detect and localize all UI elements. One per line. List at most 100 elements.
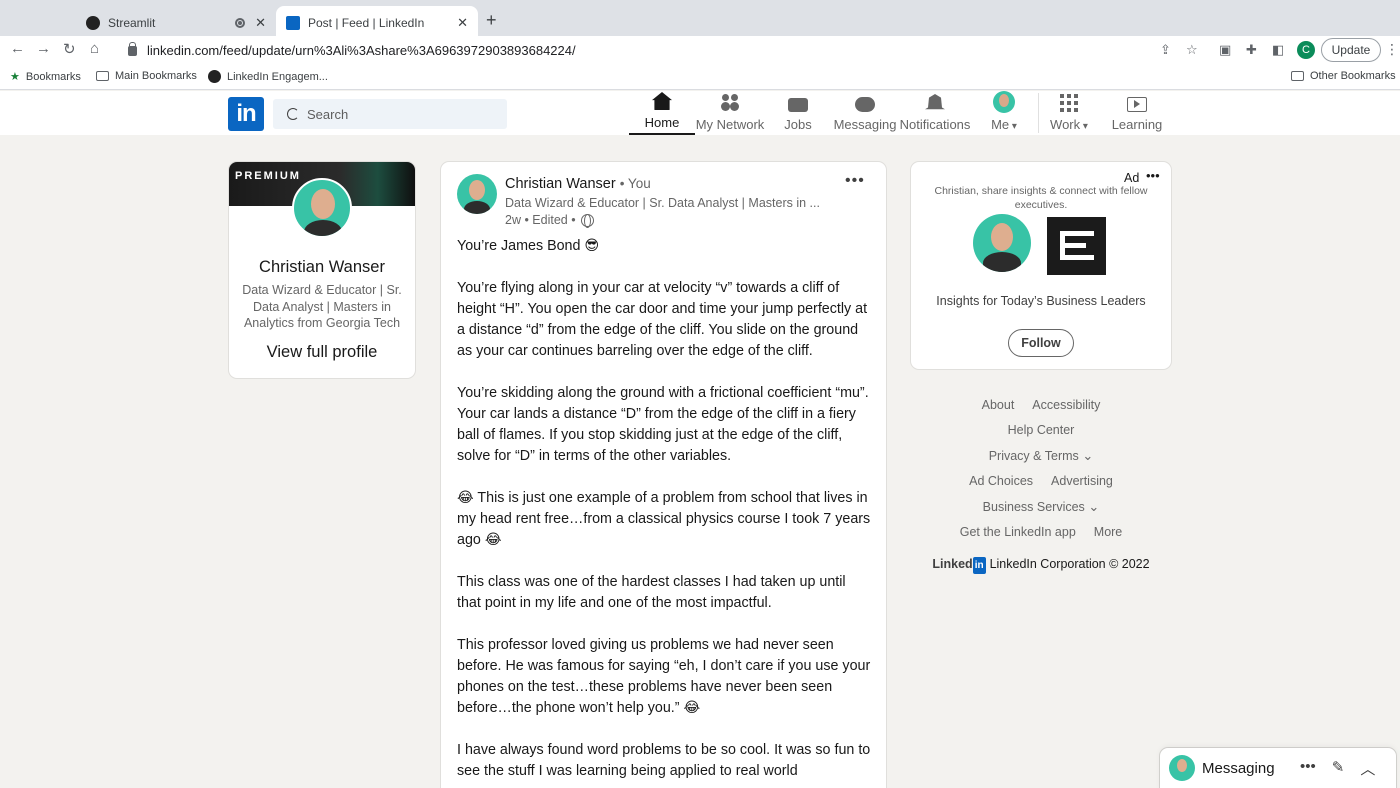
tab-title: Streamlit [108, 16, 156, 30]
bell-icon [925, 94, 945, 110]
footer-link-advertising[interactable]: Advertising [1051, 474, 1113, 488]
tab-streamlit[interactable]: Streamlit ✕ [76, 6, 276, 40]
nav-work[interactable]: Work [1044, 91, 1094, 135]
back-arrow-icon[interactable]: ← [10, 40, 25, 57]
home-icon [652, 92, 672, 110]
bookmarks-bar: ★ Bookmarks Main Bookmarks LinkedIn Enga… [0, 64, 1400, 90]
ad-text: Christian, share insights & connect with… [934, 185, 1148, 211]
nav-label: Home [644, 115, 680, 130]
nav-jobs[interactable]: Jobs [776, 91, 820, 135]
bookmark-main[interactable]: Main Bookmarks [96, 70, 197, 82]
nav-label: Work [1050, 117, 1088, 132]
footer-link-business-services[interactable]: Business Services [983, 499, 1100, 515]
nav-my-network[interactable]: My Network [695, 91, 765, 135]
post-paragraph: You’re flying along in your car at veloc… [457, 280, 868, 359]
nav-label: Notifications [899, 117, 971, 132]
home-browser-icon[interactable]: ⌂ [90, 40, 99, 57]
post-paragraph: You’re James Bond 😎 [457, 238, 600, 254]
messaging-overlay[interactable]: Messaging ••• ✎ ︿ [1160, 748, 1396, 788]
post-body: You’re James Bond 😎 You’re flying along … [457, 236, 871, 788]
connection-degree: • You [619, 176, 651, 191]
site-icon [208, 70, 221, 83]
address-bar[interactable]: linkedin.com/feed/update/urn%3Ali%3Ashar… [114, 38, 1214, 62]
nav-messaging[interactable]: Messaging [832, 91, 898, 135]
linkedin-logo[interactable]: in [228, 97, 264, 131]
profile-name[interactable]: Christian Wanser [229, 258, 415, 277]
browser-tab-bar: Streamlit ✕ Post | Feed | LinkedIn ✕ + [0, 0, 1400, 40]
search-icon [287, 108, 299, 120]
corporation-line: Linked in LinkedIn Corporation © 2022 [911, 556, 1171, 574]
bookmark-label: Bookmarks [25, 70, 81, 83]
feed-post: Christian Wanser • You Data Wizard & Edu… [441, 162, 886, 788]
bookmark-other[interactable]: Other Bookmarks [1291, 70, 1396, 82]
footer-link-about[interactable]: About [982, 398, 1015, 412]
nav-home[interactable]: Home [629, 91, 695, 135]
sidepanel-icon[interactable]: ◧ [1272, 42, 1284, 58]
ad-title[interactable]: Insights for Today’s Business Leaders [911, 294, 1171, 308]
post-paragraph: This class was one of the hardest classe… [457, 574, 846, 611]
follow-button[interactable]: Follow [1008, 329, 1074, 357]
nav-notifications[interactable]: Notifications [898, 91, 972, 135]
linkedin-wordmark: Linked [932, 557, 973, 571]
globe-icon [580, 213, 594, 228]
briefcase-icon [788, 98, 808, 112]
chevron-up-icon[interactable]: ︿ [1360, 758, 1375, 779]
post-timestamp: 2w • Edited • [505, 213, 576, 227]
author-avatar[interactable] [457, 174, 497, 214]
profile-headline: Data Wizard & Educator | Sr. Data Analys… [242, 283, 402, 330]
view-full-profile-link[interactable]: View full profile [229, 343, 415, 362]
tab-title: Post | Feed | LinkedIn [308, 16, 425, 30]
nav-learning[interactable]: Learning [1108, 91, 1166, 135]
puzzle-icon[interactable]: ✚ [1246, 42, 1257, 58]
star-icon[interactable]: ☆ [1186, 42, 1198, 58]
ad-more-icon[interactable]: ••• [1146, 168, 1160, 183]
footer-link-more[interactable]: More [1094, 525, 1122, 539]
footer-link-get-app[interactable]: Get the LinkedIn app [960, 525, 1076, 539]
nav-label: Jobs [784, 117, 812, 132]
extension-icon[interactable]: ▣ [1219, 42, 1231, 58]
premium-label: PREMIUM [235, 170, 301, 182]
post-paragraph: This professor loved giving us problems … [457, 637, 871, 716]
advertiser-logo[interactable] [1047, 217, 1106, 275]
messaging-actions: ••• ✎ ︿ [1300, 758, 1375, 779]
author-name: Christian Wanser [505, 176, 616, 192]
update-button[interactable]: Update [1321, 38, 1381, 62]
linkedin-wordmark-in: in [972, 557, 986, 574]
forward-arrow-icon[interactable]: → [36, 40, 51, 57]
avatar [1169, 755, 1195, 781]
nav-me[interactable]: Me [984, 91, 1024, 135]
ad-user-avatar [973, 214, 1031, 272]
share-icon[interactable]: ⇪ [1160, 42, 1171, 58]
reload-icon[interactable]: ↻ [63, 40, 76, 58]
search-input[interactable]: Search [273, 99, 507, 129]
post-meta: 2w • Edited • [505, 213, 594, 228]
copyright-text: LinkedIn Corporation © 2022 [989, 557, 1150, 571]
compose-icon[interactable]: ✎ [1332, 758, 1345, 779]
nav-label: My Network [695, 117, 765, 132]
footer-link-privacy-terms[interactable]: Privacy & Terms [989, 448, 1094, 464]
linkedin-favicon-icon [286, 16, 300, 30]
post-more-icon[interactable]: ••• [845, 172, 865, 190]
author-headline: Data Wizard & Educator | Sr. Data Analys… [505, 196, 820, 210]
footer-link-help-center[interactable]: Help Center [1008, 423, 1075, 437]
new-tab-icon[interactable]: + [486, 10, 497, 31]
close-tab-icon[interactable]: ✕ [255, 15, 266, 31]
bookmark-bookmarks[interactable]: ★ Bookmarks [10, 70, 81, 84]
post-paragraph: 😂 This is just one example of a problem … [457, 490, 871, 548]
browser-profile-avatar[interactable]: C [1297, 41, 1315, 59]
tab-linkedin[interactable]: Post | Feed | LinkedIn ✕ [276, 6, 478, 40]
profile-avatar[interactable] [292, 178, 352, 238]
post-author[interactable]: Christian Wanser • You [505, 176, 651, 192]
footer-link-accessibility[interactable]: Accessibility [1032, 398, 1100, 412]
nav-divider [1038, 93, 1039, 133]
footer-link-ad-choices[interactable]: Ad Choices [969, 474, 1033, 488]
close-tab-icon[interactable]: ✕ [457, 15, 468, 31]
recording-icon [235, 18, 246, 28]
nav-label: Messaging [833, 117, 897, 132]
bookmark-label: Other Bookmarks [1310, 70, 1396, 82]
browser-toolbar: ← → ↻ ⌂ linkedin.com/feed/update/urn%3Al… [0, 36, 1400, 64]
bookmark-linkedin-engagement[interactable]: LinkedIn Engagem... [208, 70, 328, 83]
messaging-icon [855, 97, 875, 112]
browser-menu-icon[interactable]: ⋮ [1385, 41, 1399, 58]
more-icon[interactable]: ••• [1300, 758, 1316, 779]
